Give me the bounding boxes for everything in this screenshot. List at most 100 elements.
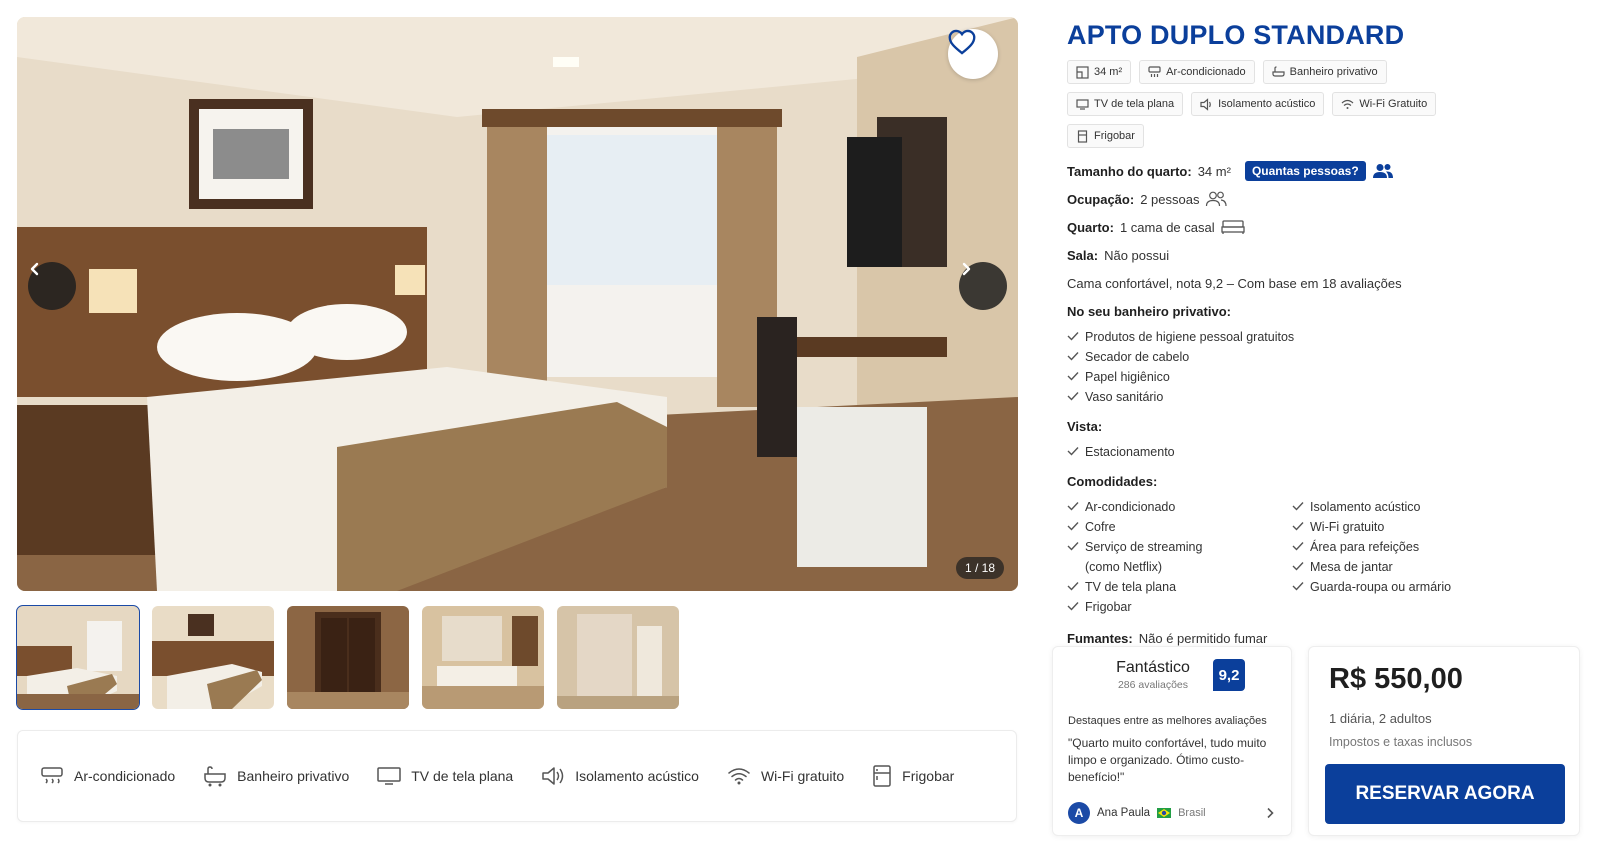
reserve-button[interactable]: RESERVAR AGORA (1325, 764, 1565, 824)
thumbnail-bathroom-shower[interactable] (557, 606, 679, 709)
view-section-title: Vista: (1067, 419, 1103, 434)
amenity-flat-tv: TV de tela plana (377, 766, 513, 786)
chip-soundproofing: Isolamento acústico (1191, 92, 1325, 116)
thumbnail-wardrobe[interactable] (287, 606, 409, 709)
review-author: A Ana Paula Brasil (1068, 802, 1206, 824)
living-room-label: Sala: (1067, 247, 1099, 263)
chip-air-conditioning: Ar-condicionado (1139, 60, 1255, 84)
room-title: APTO DUPLO STANDARD (1067, 20, 1405, 50)
amenity-label: TV de tela plana (411, 768, 514, 784)
smoking-value: Não é permitido fumar (1138, 630, 1268, 646)
bed-label: Quarto: (1067, 219, 1114, 235)
amenity-soundproofing: Isolamento acústico (541, 766, 699, 786)
favorite-button[interactable] (948, 29, 998, 79)
list-item: Papel higiênico (1067, 367, 1587, 387)
review-card[interactable]: Fantástico 286 avaliações 9,2 Destaques … (1052, 646, 1292, 836)
list-item-label: Produtos de higiene pessoal gratuitos (1085, 330, 1295, 344)
list-item: Vaso sanitário (1067, 387, 1587, 407)
bathroom-list: Produtos de higiene pessoal gratuitos Se… (1067, 327, 1587, 407)
list-item-label: Frigobar (1085, 600, 1132, 614)
wifi-icon (1341, 99, 1354, 109)
chip-label: Wi-Fi Gratuito (1359, 98, 1428, 110)
review-rating-word: Fantástico (1116, 659, 1190, 676)
check-icon (1067, 392, 1079, 401)
how-many-people-button[interactable]: Quantas pessoas? (1244, 161, 1366, 181)
thumbnail-image (287, 606, 409, 709)
amenity-minibar: Frigobar (872, 765, 954, 787)
photo-counter: 1 / 18 (955, 557, 1004, 579)
occupancy-label: Ocupação: (1067, 191, 1135, 207)
list-item-label: Vaso sanitário (1085, 390, 1164, 404)
amenity-private-bathroom: Banheiro privativo (203, 765, 349, 787)
check-icon (1292, 522, 1304, 531)
list-item: Ar-condicionado (1067, 497, 1292, 517)
list-item-label: Ar-condicionado (1085, 500, 1176, 514)
tv-icon (1076, 98, 1089, 110)
comfort-rating-line: Cama confortável, nota 9,2 – Com base em… (1067, 274, 1587, 292)
air-conditioner-icon (41, 767, 63, 784)
thumbnail-bathroom-sink[interactable] (422, 606, 544, 709)
chip-label: Ar-condicionado (1166, 66, 1246, 78)
view-list: Estacionamento (1067, 442, 1587, 462)
room-details: APTO DUPLO STANDARD 34 m² Ar-condicionad… (1067, 18, 1587, 647)
bath-icon (1272, 65, 1285, 77)
comfort-rating-text: Cama confortável, nota 9,2 – Com base em… (1067, 275, 1402, 291)
chevron-left-icon (30, 262, 39, 276)
thumbnail-image (17, 606, 139, 709)
amenities-list-left: Ar-condicionado Cofre Serviço de streami… (1067, 497, 1292, 617)
thumbnail-room-bed[interactable] (152, 606, 274, 709)
living-room-line: Sala: Não possui (1067, 246, 1587, 264)
price-card: R$ 550,00 1 diária, 2 adultos Impostos e… (1308, 646, 1580, 836)
review-score-badge: 9,2 (1213, 659, 1245, 691)
list-item: TV de tela plana (1067, 577, 1292, 597)
room-size-label: Tamanho do quarto: (1067, 163, 1192, 179)
fridge-icon (1077, 129, 1088, 143)
list-item-label: TV de tela plana (1085, 580, 1177, 594)
air-conditioner-icon (1148, 65, 1161, 77)
list-item: Estacionamento (1067, 442, 1587, 462)
review-author-country: Brasil (1178, 807, 1206, 819)
check-icon (1067, 542, 1079, 551)
speaker-icon (1200, 97, 1211, 111)
list-item: Frigobar (1067, 597, 1292, 617)
check-icon (1067, 352, 1079, 361)
list-item: Isolamento acústico (1292, 497, 1517, 517)
stay-summary: 1 diária, 2 adultos (1329, 711, 1432, 726)
check-icon (1067, 602, 1079, 611)
check-icon (1067, 582, 1079, 591)
living-room-value: Não possui (1104, 247, 1170, 263)
area-icon (1076, 65, 1089, 79)
previous-photo-button[interactable] (28, 262, 76, 310)
chevron-right-icon (962, 262, 971, 276)
list-item: Produtos de higiene pessoal gratuitos (1067, 327, 1587, 347)
main-room-photo[interactable]: 1 / 18 (17, 17, 1018, 591)
list-item-label: Secador de cabelo (1085, 350, 1190, 364)
people-filled-icon[interactable] (1372, 163, 1394, 179)
check-icon (1067, 502, 1079, 511)
occupancy-line: Ocupação: 2 pessoas (1067, 190, 1587, 208)
bed-line: Quarto: 1 cama de casal (1067, 218, 1587, 236)
brazil-flag-icon (1157, 808, 1172, 818)
list-item-label: Cofre (1085, 520, 1116, 534)
chip-label: TV de tela plana (1094, 98, 1175, 110)
amenity-wifi: Wi-Fi gratuito (727, 766, 844, 786)
chip-flat-tv: TV de tela plana (1067, 92, 1184, 116)
next-photo-button[interactable] (959, 262, 1007, 310)
list-item-label: Guarda-roupa ou armário (1310, 580, 1452, 594)
amenity-label: Isolamento acústico (575, 768, 699, 784)
amenity-label: Banheiro privativo (237, 768, 350, 784)
chip-private-bathroom: Banheiro privativo (1262, 60, 1387, 84)
check-icon (1292, 582, 1304, 591)
list-item-label: Área para refeições (1310, 540, 1420, 554)
chip-minibar: Frigobar (1067, 124, 1144, 148)
speaker-icon (542, 767, 564, 785)
thumbnail-image (422, 606, 544, 709)
chip-label: Banheiro privativo (1289, 66, 1378, 78)
taxes-note: Impostos e taxas inclusos (1329, 735, 1473, 749)
list-item: Mesa de jantar (1292, 557, 1517, 577)
heart-icon (948, 29, 976, 55)
chevron-right-icon[interactable] (1265, 807, 1275, 819)
thumbnail-room-overview[interactable] (16, 605, 140, 710)
list-item-label: Isolamento acústico (1310, 500, 1421, 514)
list-item: Área para refeições (1292, 537, 1517, 557)
